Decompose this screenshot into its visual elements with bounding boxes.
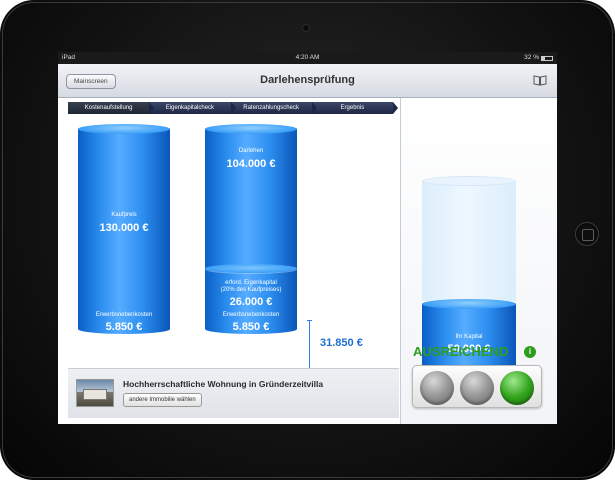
step-ergebnis[interactable]: Ergebnis [311, 102, 399, 114]
property-thumbnail [76, 379, 114, 407]
status-battery: 32 % [524, 52, 553, 64]
capital-fill-top [422, 299, 516, 309]
status-time: 4:20 AM [295, 54, 320, 61]
kaufpreis-label: Kaufpreis [111, 212, 137, 218]
eigenkapital-label: erford. Eigenkapital [225, 280, 277, 286]
capital-cylinder-rim [422, 176, 516, 186]
traffic-light-red-off [420, 371, 454, 405]
equity-divider [205, 264, 297, 273]
darlehen-value: 104.000 € [226, 158, 276, 170]
capital-cylinder-empty [422, 181, 516, 301]
cylinder-top [78, 124, 170, 134]
screen: iPad 4:20 AM 32 % Mainscreen Darlehenspr… [58, 52, 557, 424]
traffic-light [412, 365, 542, 408]
property-title: Hochherrschaftliche Wohnung in Gründerze… [123, 379, 324, 389]
nav-bar: Mainscreen Darlehensprüfung [58, 64, 557, 98]
property-bar: Hochherrschaftliche Wohnung in Gründerze… [68, 368, 399, 418]
battery-percent: 32 % [524, 54, 539, 61]
status-bar: iPad 4:20 AM 32 % [58, 52, 557, 64]
camera-icon [302, 24, 310, 32]
page-title: Darlehensprüfung [260, 74, 355, 86]
traffic-light-yellow-off [460, 371, 494, 405]
info-icon[interactable]: i [524, 346, 536, 358]
erwerbsnebenkosten-label: Erwerbsnebenkosten [222, 312, 280, 318]
result-panel: Ihr Kapital 50.000 € AUSREICHEND i [400, 98, 557, 424]
eigenkapital-note: (20% des Kaufpreises) [220, 287, 282, 293]
ipad-bezel: iPad 4:20 AM 32 % Mainscreen Darlehenspr… [0, 0, 615, 480]
purchase-price-cylinder: Kaufpreis 130.000 € Erwerbsnebenkosten 5… [78, 124, 170, 334]
step-eigenkapitalcheck[interactable]: Eigenkapitalcheck [149, 102, 236, 114]
eigenkapital-value: 26.000 € [229, 296, 273, 308]
choose-property-button[interactable]: andere Immobilie wählen [123, 393, 202, 407]
darlehen-label: Darlehen [238, 148, 264, 154]
traffic-light-green-on [500, 371, 534, 405]
calculation-panel: Kostenaufstellung Eigenkapitalcheck Rate… [58, 98, 399, 424]
cylinder-top [205, 124, 297, 134]
erwerbsnebenkosten-value: 5.850 € [232, 321, 270, 333]
step-ratenzahlungscheck[interactable]: Ratenzahlungscheck [230, 102, 318, 114]
erwerbsnebenkosten-value: 5.850 € [105, 321, 143, 333]
battery-icon [541, 55, 553, 61]
erwerbsnebenkosten-label: Erwerbsnebenkosten [95, 312, 153, 318]
step-progress: Kostenaufstellung Eigenkapitalcheck Rate… [68, 102, 399, 114]
book-icon[interactable] [533, 75, 547, 86]
step-kostenaufstellung[interactable]: Kostenaufstellung [68, 102, 155, 114]
financing-cylinder: Darlehen 104.000 € erford. Eigenkapital … [205, 124, 297, 334]
required-capital-total: 31.850 € [320, 337, 363, 349]
capital-label: Ihr Kapital [455, 334, 483, 340]
home-button[interactable] [575, 222, 599, 246]
kaufpreis-value: 130.000 € [99, 222, 149, 234]
result-text: AUSREICHEND [413, 344, 509, 359]
